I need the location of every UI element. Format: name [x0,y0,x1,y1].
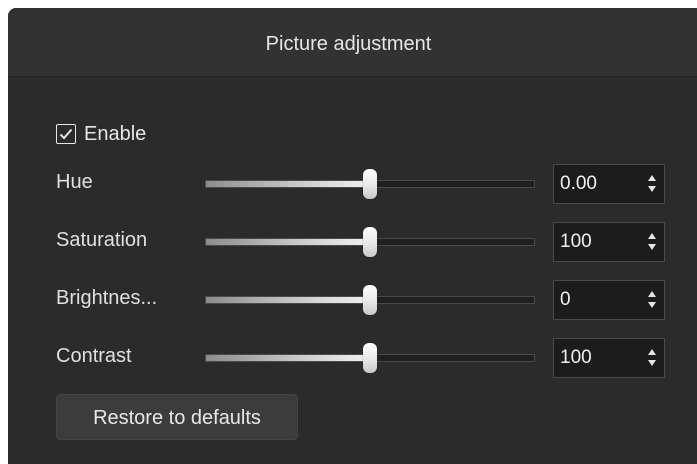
slider-fill [206,355,370,361]
hue-slider[interactable] [205,169,535,199]
slider-thumb[interactable] [363,285,377,315]
brightness-row: Brightnes... 0 [8,280,697,320]
slider-fill [206,181,370,187]
chevron-up-icon[interactable] [648,349,656,355]
hue-label: Hue [56,171,93,193]
restore-defaults-button[interactable]: Restore to defaults [56,394,298,440]
spin-arrows[interactable] [648,349,658,367]
slider-fill [206,297,370,303]
picture-adjustment-panel: Picture adjustment Enable Hue 0.00 Satur [8,8,697,464]
hue-spinbox[interactable]: 0.00 [553,164,665,204]
enable-checkbox-row[interactable]: Enable [56,121,146,147]
contrast-value[interactable]: 100 [560,347,592,369]
enable-label: Enable [84,122,147,145]
chevron-up-icon[interactable] [648,291,656,297]
saturation-label: Saturation [56,229,148,251]
chevron-up-icon[interactable] [648,175,656,181]
chevron-down-icon[interactable] [648,302,656,308]
saturation-value[interactable]: 100 [560,231,592,253]
chevron-up-icon[interactable] [648,233,656,239]
contrast-row: Contrast 100 [8,338,697,378]
hue-row: Hue 0.00 [8,164,697,204]
contrast-spinbox[interactable]: 100 [553,338,665,378]
saturation-spinbox[interactable]: 100 [553,222,665,262]
brightness-spinbox[interactable]: 0 [553,280,665,320]
chevron-down-icon[interactable] [648,360,656,366]
contrast-slider[interactable] [205,343,535,373]
panel-title: Picture adjustment [265,33,432,55]
brightness-slider[interactable] [205,285,535,315]
spin-arrows[interactable] [648,233,658,251]
slider-thumb[interactable] [363,227,377,257]
hue-value[interactable]: 0.00 [560,173,597,195]
slider-thumb[interactable] [363,169,377,199]
brightness-label: Brightnes... [56,287,158,309]
spin-arrows[interactable] [648,291,658,309]
saturation-row: Saturation 100 [8,222,697,262]
slider-thumb[interactable] [363,343,377,373]
title-bar: Picture adjustment [8,8,697,77]
brightness-value[interactable]: 0 [560,289,571,311]
spin-arrows[interactable] [648,175,658,193]
slider-fill [206,239,370,245]
saturation-slider[interactable] [205,227,535,257]
chevron-down-icon[interactable] [648,244,656,250]
enable-checkbox[interactable] [56,124,76,144]
contrast-label: Contrast [56,345,132,367]
chevron-down-icon[interactable] [648,186,656,192]
checkmark-icon [59,128,73,140]
